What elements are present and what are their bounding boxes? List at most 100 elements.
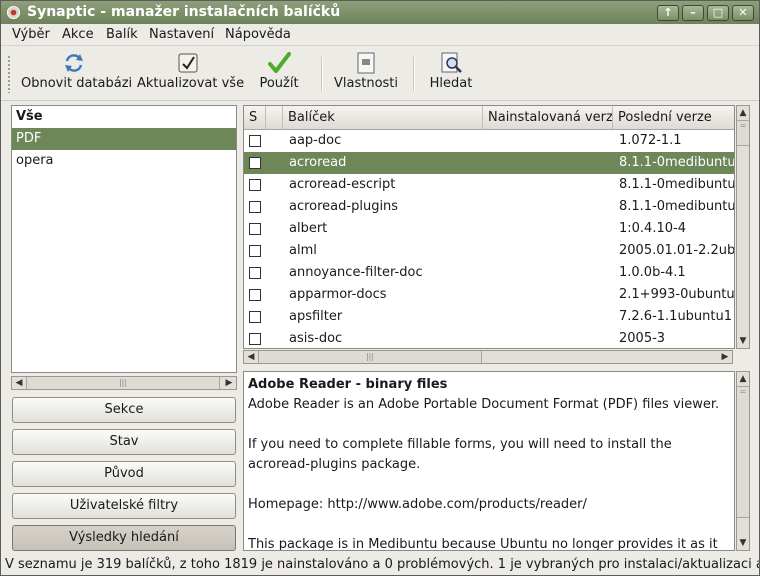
origin-label: Původ [104,466,144,481]
latest-version: 8.1.1-0medibuntu1 [619,199,735,214]
description-line: Adobe Reader is an Adobe Portable Docume… [248,397,720,412]
scroll-thumb[interactable]: ||| [26,377,220,389]
reload-label: Obnovit databázi [21,76,133,91]
upgrade-label: Aktualizovat vše [137,76,245,91]
column-status-header[interactable]: S [244,106,266,129]
toolbar-grip[interactable] [7,55,11,93]
install-checkbox[interactable] [249,135,261,147]
install-checkbox[interactable] [249,311,261,323]
description-vscrollbar[interactable]: ▲ = ▼ [736,371,750,551]
latest-version: 2005-3 [619,331,666,346]
scroll-right-icon[interactable]: ▶ [718,351,732,363]
package-list-vscrollbar[interactable]: ▲ = ▼ [736,105,750,349]
menu-akce[interactable]: Akce [62,27,94,42]
latest-version: 1.072-1.1 [619,133,682,148]
origin-button[interactable]: Původ [12,461,236,487]
minimize-icon: – [690,6,696,19]
column-package-header[interactable]: Balíček [283,106,483,129]
install-checkbox[interactable] [249,157,261,169]
table-row[interactable]: albert 1:0.4.10-4 [244,218,734,240]
column-installed-header[interactable]: Nainstalovaná verze [483,106,613,129]
package-name: albert [289,221,328,236]
package-name: acroread-escript [289,177,396,192]
arrow-up-icon: ↑ [663,6,673,19]
scroll-down-icon[interactable]: ▼ [737,334,749,348]
toolbar: Obnovit databázi Aktualizovat vše Použít… [1,47,759,101]
description-line [248,475,730,495]
install-checkbox[interactable] [249,201,261,213]
search-button[interactable]: Hledat [425,51,477,97]
window-maximize-button[interactable]: □ [707,5,729,21]
scroll-down-icon[interactable]: ▼ [737,536,749,550]
table-row[interactable]: acroread 8.1.1-0medibuntu1 [244,152,734,174]
sections-button[interactable]: Sekce [12,397,236,423]
scroll-left-icon[interactable]: ◀ [244,351,258,363]
table-row[interactable]: acroread-escript 8.1.1-0medibuntu1 [244,174,735,196]
status-bar: V seznamu je 319 balíčků, z toho 1819 je… [5,557,759,572]
description-line: This package is in Medibuntu because Ubu… [248,537,718,551]
install-checkbox[interactable] [249,223,261,235]
package-list-hscrollbar[interactable]: ◀ ||| ▶ [243,350,733,364]
reload-button[interactable]: Obnovit databázi [21,51,133,97]
column-support-header[interactable] [266,106,283,129]
menu-napoveda[interactable]: Nápověda [225,27,291,42]
status-label: Stav [109,434,139,449]
package-description: Adobe Reader - binary files Adobe Reader… [243,371,735,551]
description-line: Homepage: http://www.adobe.com/products/… [248,497,587,512]
table-row[interactable]: aap-doc 1.072-1.1 [244,130,734,152]
install-checkbox[interactable] [249,289,261,301]
description-line [248,415,730,435]
filter-item-opera[interactable]: opera [12,150,236,172]
description-body: Adobe Reader is an Adobe Portable Docume… [248,395,730,551]
table-row[interactable]: acroread-plugins 8.1.1-0medibuntu1 [244,196,735,218]
scroll-up-icon[interactable]: ▲ [737,372,749,386]
filter-list: Vše PDF opera [11,105,237,373]
filter-list-hscrollbar[interactable]: ◀ ||| ▶ [11,376,237,390]
filter-item-pdf[interactable]: PDF [12,128,236,150]
table-row[interactable]: asis-doc 2005-3 [244,328,734,348]
filter-all[interactable]: Vše [12,106,236,128]
scroll-thumb[interactable]: = [737,120,749,146]
custom-filters-button[interactable]: Uživatelské filtry [12,493,236,519]
properties-button[interactable]: Vlastnosti [333,51,399,97]
description-line: If you need to complete fillable forms, … [248,437,672,452]
upgrade-all-button[interactable]: Aktualizovat vše [137,51,245,97]
search-results-button[interactable]: Výsledky hledání [12,525,236,551]
table-row[interactable]: annoyance-filter-doc 1.0.0b-4.1 [244,262,734,284]
window-up-button[interactable]: ↑ [657,5,679,21]
package-name: acroread-plugins [289,199,399,214]
scroll-thumb[interactable]: = [737,386,749,518]
table-row[interactable]: alml 2005.01.01-2.2ubuntu [244,240,734,262]
package-name: annoyance-filter-doc [289,265,423,280]
package-name: acroread [289,155,347,170]
apply-button[interactable]: Použít [255,51,303,97]
install-checkbox[interactable] [249,333,261,345]
window-title: Synaptic - manažer instalačních balíčků [27,4,341,20]
custom-filters-label: Uživatelské filtry [69,498,179,513]
package-list: S Balíček Nainstalovaná verze Poslední v… [243,105,735,349]
latest-version: 8.1.1-0medibuntu1 [619,177,735,192]
menu-balik[interactable]: Balík [106,27,138,42]
menu-bar: Výběr Akce Balík Nastavení Nápověda [1,24,759,46]
apply-label: Použít [259,76,299,91]
package-name: apsfilter [289,309,343,324]
latest-version: 2.1+993-0ubuntu1 [619,287,735,302]
status-button[interactable]: Stav [12,429,236,455]
install-checkbox[interactable] [249,267,261,279]
window-minimize-button[interactable]: – [682,5,704,21]
table-row[interactable]: apsfilter 7.2.6-1.1ubuntu1 [244,306,734,328]
scroll-up-icon[interactable]: ▲ [737,106,749,120]
install-checkbox[interactable] [249,179,261,191]
column-latest-header[interactable]: Poslední verze [613,106,734,129]
menu-vyber[interactable]: Výběr [12,27,50,42]
search-label: Hledat [429,76,473,91]
scroll-left-icon[interactable]: ◀ [12,377,26,389]
table-row[interactable]: apparmor-docs 2.1+993-0ubuntu1 [244,284,735,306]
title-bar[interactable]: Synaptic - manažer instalačních balíčků … [1,1,759,24]
install-checkbox[interactable] [249,245,261,257]
window-close-button[interactable]: ✕ [732,5,754,21]
menu-nastaveni[interactable]: Nastavení [149,27,214,42]
scroll-thumb[interactable]: ||| [258,351,482,363]
toolbar-separator [321,57,323,91]
scroll-right-icon[interactable]: ▶ [222,377,236,389]
